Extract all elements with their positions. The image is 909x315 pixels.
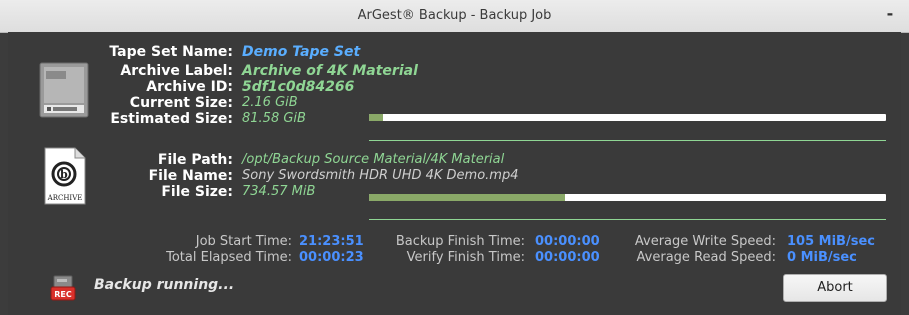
verify-finish-time-value: 00:00:00 bbox=[535, 250, 600, 265]
archive-id-label: Archive ID: bbox=[146, 79, 233, 95]
minimize-button[interactable]: - bbox=[879, 4, 901, 26]
average-write-speed-value: 105 MiB/sec bbox=[787, 234, 875, 249]
tape-progress-fill bbox=[369, 114, 383, 121]
file-size-value: 734.57 MiB bbox=[242, 184, 316, 199]
file-name-label: File Name: bbox=[148, 168, 233, 184]
window-title: ArGest® Backup - Backup Job bbox=[357, 8, 552, 23]
file-path-label: File Path: bbox=[157, 152, 233, 168]
tape-set-name-value: Demo Tape Set bbox=[242, 44, 361, 60]
file-progress-bar bbox=[369, 194, 886, 201]
file-path-value: /opt/Backup Source Material/4K Material bbox=[242, 152, 505, 167]
job-start-time-value: 21:23:51 bbox=[299, 234, 364, 249]
average-write-speed-label: Average Write Speed: bbox=[634, 234, 776, 249]
archive-label-label: Archive Label: bbox=[120, 63, 233, 79]
backup-job-panel: Tape Set Name: Archive Label: Archive ID… bbox=[8, 32, 901, 315]
estimated-size-value: 81.58 GiB bbox=[242, 111, 306, 126]
tape-cartridge-icon bbox=[39, 62, 89, 118]
status-text: Backup running... bbox=[94, 277, 235, 293]
file-name-value: Sony Swordsmith HDR UHD 4K Demo.mp4 bbox=[242, 168, 519, 183]
archive-icon-caption: ARCHIVE bbox=[47, 194, 83, 202]
job-start-time-label: Job Start Time: bbox=[195, 234, 292, 249]
archive-document-icon: b ARCHIVE bbox=[44, 147, 86, 205]
backup-finish-time-label: Backup Finish Time: bbox=[395, 234, 525, 249]
rec-badge-text: REC bbox=[54, 290, 72, 299]
backup-finish-time-value: 00:00:00 bbox=[535, 234, 600, 249]
tape-progress-bar bbox=[369, 114, 886, 121]
verify-finish-time-label: Verify Finish Time: bbox=[406, 250, 525, 265]
total-elapsed-time-value: 00:00:23 bbox=[299, 250, 364, 265]
title-bar[interactable]: ArGest® Backup - Backup Job - bbox=[0, 0, 909, 33]
current-size-label: Current Size: bbox=[129, 95, 233, 111]
file-progress-fill bbox=[369, 194, 566, 201]
average-read-speed-value: 0 MiB/sec bbox=[787, 250, 857, 265]
estimated-size-label: Estimated Size: bbox=[110, 111, 233, 127]
tape-set-name-label: Tape Set Name: bbox=[109, 44, 233, 60]
current-size-value: 2.16 GiB bbox=[242, 95, 298, 110]
svg-text:b: b bbox=[60, 168, 68, 181]
separator-1 bbox=[369, 140, 886, 141]
rec-drive-icon: REC bbox=[50, 275, 76, 301]
total-elapsed-time-label: Total Elapsed Time: bbox=[166, 250, 292, 265]
archive-id-value: 5df1c0d84266 bbox=[242, 79, 355, 95]
archive-label-value: Archive of 4K Material bbox=[242, 63, 418, 79]
abort-button[interactable]: Abort bbox=[783, 274, 887, 302]
average-read-speed-label: Average Read Speed: bbox=[636, 250, 776, 265]
separator-2 bbox=[369, 219, 886, 220]
file-size-label: File Size: bbox=[161, 184, 233, 200]
